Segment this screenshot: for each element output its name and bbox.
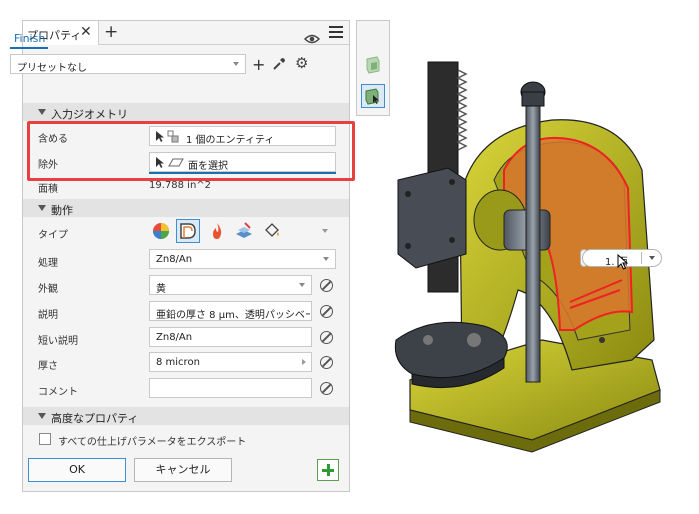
eye-icon[interactable] [304, 33, 320, 45]
section-advanced-properties[interactable]: 高度なプロパティ [23, 407, 349, 425]
press-ram [525, 101, 541, 383]
breadcrumb-underline [10, 47, 48, 49]
comment-label: コメント [38, 387, 78, 398]
short-description-label: 短い説明 [38, 336, 78, 347]
gear-icon[interactable]: ⚙ [295, 54, 308, 72]
press-gear-block [397, 167, 467, 269]
finish-selection-icon [365, 88, 379, 105]
surface-finish-type-button[interactable] [176, 219, 200, 243]
section-title: 高度なプロパティ [51, 412, 139, 425]
thickness-input[interactable]: 8 micron [149, 352, 312, 372]
panel-tab-bar: プロパティ ✕ + [23, 21, 349, 45]
highlight-box [27, 121, 355, 181]
add-finish-button[interactable] [317, 459, 339, 481]
finish-selection-button[interactable] [361, 84, 385, 108]
mini-toolbar [356, 20, 390, 116]
eyedropper-icon[interactable] [272, 57, 286, 71]
area-label: 面積 [38, 184, 58, 195]
add-tab-icon[interactable]: + [104, 22, 118, 42]
description-value: 亜鉛の厚さ 8 μm、透明パッシベーショ [156, 310, 310, 321]
appearance-type-icon[interactable] [151, 221, 171, 241]
breadcrumb-finish[interactable]: Finish [14, 32, 45, 45]
description-label: 説明 [38, 310, 58, 321]
chevron-right-icon[interactable] [302, 359, 306, 365]
short-description-value: Zn8/An [156, 332, 193, 343]
section-input-geometry[interactable]: 入力ジオメトリ [23, 103, 349, 121]
description-input[interactable]: 亜鉛の厚さ 8 μm、透明パッシベーショ [149, 301, 312, 321]
preset-value: プリセットなし [17, 63, 87, 74]
type-label: タイプ [38, 230, 68, 241]
appearance-value: 黄 [156, 284, 166, 295]
chevron-down-icon [38, 109, 46, 115]
surface-finish-icon [180, 223, 196, 239]
short-description-input[interactable]: Zn8/An [149, 327, 312, 347]
chevron-down-icon[interactable] [649, 256, 655, 260]
chevron-down-icon [233, 62, 239, 66]
flame-icon[interactable] [207, 221, 227, 241]
finish-view-icon[interactable] [363, 55, 383, 75]
preset-dropdown[interactable]: プリセットなし [10, 54, 246, 74]
mouse-cursor-icon [617, 254, 629, 270]
clear-thickness-icon[interactable] [320, 356, 333, 369]
chevron-down-icon [38, 413, 46, 419]
appearance-dropdown[interactable]: 黄 [149, 275, 312, 295]
section-title: 動作 [51, 204, 73, 217]
area-value: 19.788 in^2 [149, 180, 212, 191]
chevron-down-icon [323, 257, 329, 261]
process-label: 処理 [38, 258, 58, 269]
close-icon[interactable]: ✕ [80, 24, 92, 40]
chevron-down-icon [38, 205, 46, 211]
popup-divider [641, 252, 642, 264]
paint-bucket-icon[interactable] [262, 221, 282, 241]
clear-description-icon[interactable] [320, 305, 333, 318]
ok-button[interactable]: OK [28, 458, 126, 482]
process-dropdown[interactable]: Zn8/An [149, 249, 336, 269]
clear-appearance-icon[interactable] [320, 279, 333, 292]
export-parameters-checkbox[interactable] [39, 433, 51, 445]
clear-short-description-icon[interactable] [320, 331, 333, 344]
process-value: Zn8/An [156, 254, 193, 265]
thickness-label: 厚さ [38, 361, 58, 372]
export-parameters-label: すべての仕上げパラメータをエクスポート [58, 437, 247, 448]
hamburger-menu-icon[interactable] [329, 26, 343, 39]
chevron-down-icon [299, 283, 305, 287]
model-viewport[interactable] [392, 40, 692, 500]
clear-comment-icon[interactable] [320, 382, 333, 395]
cancel-button[interactable]: キャンセル [134, 458, 232, 482]
section-title: 入力ジオメトリ [51, 108, 128, 121]
chevron-down-icon[interactable] [322, 229, 328, 233]
section-behavior[interactable]: 動作 [23, 199, 349, 217]
add-preset-icon[interactable]: + [252, 55, 265, 74]
comment-input[interactable] [149, 378, 312, 398]
thickness-value: 8 micron [156, 357, 200, 368]
paint-layers-icon[interactable] [234, 221, 254, 241]
appearance-label: 外観 [38, 284, 58, 295]
